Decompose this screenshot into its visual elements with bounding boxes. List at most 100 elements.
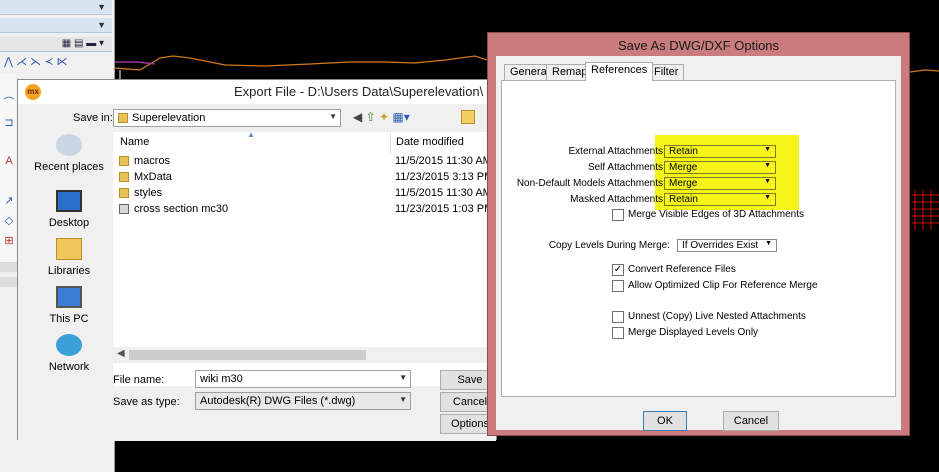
place-desktop[interactable]: Desktop [32,190,106,236]
arc-tool-icon[interactable]: ⌒ [2,96,16,110]
place-recent-places[interactable]: Recent places [32,134,106,180]
view-menu-icon[interactable]: ▦▾ [392,110,409,124]
list-item[interactable]: MxData 11/23/2015 3:13 PM [113,170,498,186]
bracket-tool-icon[interactable]: ⊐ [2,116,16,130]
list-item[interactable]: macros 11/5/2015 11:30 AM [113,154,498,170]
file-date: 11/5/2015 11:30 AM [395,155,492,167]
column-header-date[interactable]: Date modified [396,136,464,148]
view-options-icon[interactable]: ▦ ▤ ▬ ▾ [62,38,104,49]
scroll-left-icon[interactable]: ◀ [117,348,125,359]
non-default-models-label: Non-Default Models Attachments [516,178,663,189]
tab-references[interactable]: References [585,62,654,81]
chevron-down-icon: ▼ [399,395,407,404]
place-label: Libraries [47,265,91,277]
folder-icon [119,188,129,198]
horizontal-scrollbar[interactable]: ◀ [113,347,498,363]
unnest-live-nested-label: Unnest (Copy) Live Nested Attachments [628,311,806,322]
non-default-models-select[interactable]: Merge ▼ [664,177,776,190]
place-this-pc[interactable]: This PC [32,286,106,332]
allow-optimized-clip-checkbox[interactable] [612,280,624,292]
masked-attachments-select[interactable]: Retain ▼ [664,193,776,206]
tool-icon-row[interactable]: ⋀ ⋌ ⋋ ≺ ⋉ [4,55,84,71]
chevron-down-icon[interactable]: ▼ [399,373,407,382]
dialog-titlebar[interactable]: mx Export File - D:\Users Data\Superelev… [18,80,496,104]
column-divider [390,132,391,154]
merge-visible-edges-checkbox[interactable] [612,209,624,221]
libraries-icon [56,238,82,260]
allow-optimized-clip-label: Allow Optimized Clip For Reference Merge [628,280,818,291]
file-name-input[interactable]: wiki m30 ▼ [195,370,411,388]
file-name: styles [134,187,163,199]
cancel-button[interactable]: Cancel [723,411,779,431]
check-icon: ✓ [613,264,623,275]
select-value: Merge [669,178,698,189]
save-as-type-value: Autodesk(R) DWG Files (*.dwg) [200,395,356,407]
navigation-buttons[interactable]: ◀ ⇧ ✦ ▦▾ [353,110,410,124]
save-as-type-select[interactable]: Autodesk(R) DWG Files (*.dwg) ▼ [195,392,411,410]
dialog-title: Export File - D:\Users Data\Superelevati… [234,84,484,99]
text-a-tool-icon[interactable]: A [2,154,16,168]
ok-button[interactable]: OK [643,411,687,431]
chevron-down-icon: ▼ [764,178,771,185]
folder-icon [119,172,129,182]
recent-places-icon [56,134,82,156]
network-icon [56,334,82,356]
column-header-name[interactable]: Name [120,136,149,148]
section-hatch-right [912,190,939,230]
sort-arrow-icon: ▲ [247,130,255,139]
copy-levels-select[interactable]: If Overrides Exist ▼ [677,239,777,252]
shape-tool-icon[interactable]: ◇ [2,214,16,228]
convert-reference-files-checkbox[interactable]: ✓ [612,264,624,276]
new-folder-icon[interactable]: ✦ [379,110,389,124]
back-icon[interactable]: ◀ [353,110,362,124]
chevron-down-icon: ▼ [764,194,771,201]
dialog-title: Save As DWG/DXF Options [617,38,780,53]
dwg-file-icon [119,204,129,214]
preview-folder-icon[interactable] [461,110,475,124]
external-attachments-select[interactable]: Retain ▼ [664,145,776,158]
place-label: This PC [49,313,89,325]
panel-header-1[interactable]: ▼ [0,0,112,15]
scrollbar-thumb[interactable] [129,350,366,360]
select-value: If Overrides Exist [682,240,759,251]
self-attachments-select[interactable]: Merge ▼ [664,161,776,174]
select-value: Retain [669,146,698,157]
chevron-down-icon: ▼ [765,240,772,247]
list-item[interactable]: cross section mc30 11/23/2015 1:03 PM [113,202,498,218]
copy-levels-label: Copy Levels During Merge: [548,240,670,251]
unnest-live-nested-checkbox[interactable] [612,311,624,323]
tab-filter[interactable]: Filter [648,64,685,80]
up-folder-icon[interactable]: ⇧ [366,110,376,124]
chevron-down-icon[interactable]: ▼ [97,20,106,30]
file-date: 11/5/2015 11:30 AM [395,187,492,199]
this-pc-icon [56,286,82,308]
merge-displayed-levels-label: Merge Displayed Levels Only [628,327,759,338]
desktop-icon [56,190,82,212]
place-network[interactable]: Network [32,334,106,380]
place-libraries[interactable]: Libraries [32,238,106,284]
pen-tool-icon[interactable]: ↗ [2,194,16,208]
external-attachments-label: External Attachments [568,146,664,157]
place-label: Network [48,361,90,373]
self-attachments-label: Self Attachments [587,162,663,173]
convert-reference-files-label: Convert Reference Files [628,264,736,275]
list-item[interactable]: styles 11/5/2015 11:30 AM [113,186,498,202]
purple-profile-line [115,61,156,65]
save-in-label: Save in: [73,112,113,124]
file-name-label: File name: [113,374,165,386]
select-value: Merge [669,162,698,173]
grid-tool-icon[interactable]: ⊞ [2,234,16,248]
folder-icon [118,113,128,123]
orange-profile-line [115,55,488,71]
folder-icon [119,156,129,166]
chevron-down-icon: ▼ [764,162,771,169]
chevron-down-icon: ▼ [764,146,771,153]
right-profile-line [909,69,939,73]
save-in-dropdown[interactable]: Superelevation ▼ [113,109,341,127]
chevron-down-icon[interactable]: ▼ [97,2,106,12]
file-name: macros [134,155,171,167]
panel-header-2[interactable]: ▼ [0,18,112,33]
merge-visible-edges-label: Merge Visible Edges of 3D Attachments [628,209,805,220]
masked-attachments-label: Masked Attachments [570,194,663,205]
merge-displayed-levels-checkbox[interactable] [612,327,624,339]
